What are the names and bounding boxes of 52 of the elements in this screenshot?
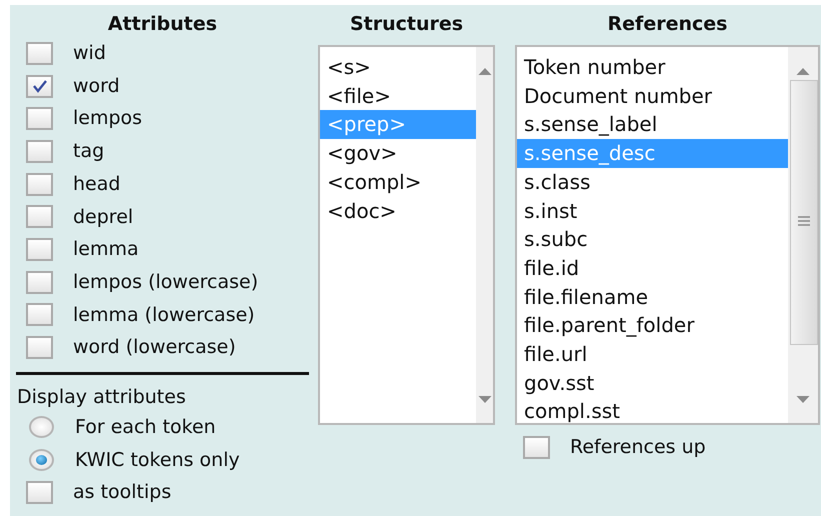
list-item[interactable]: <gov>: [320, 139, 476, 168]
list-item[interactable]: s.class: [517, 168, 788, 197]
list-item[interactable]: compl.sst: [517, 397, 788, 426]
section-heading: References: [608, 12, 728, 37]
checkbox-label[interactable]: lempos (lowercase): [73, 268, 258, 296]
checkbox[interactable]: [26, 107, 53, 130]
checkbox-label[interactable]: head: [73, 170, 120, 198]
checkbox-label[interactable]: word (lowercase): [73, 333, 236, 362]
checkbox-label[interactable]: lemma: [73, 235, 139, 264]
checkbox[interactable]: [26, 74, 53, 98]
radio-button[interactable]: [29, 416, 54, 438]
checkbox[interactable]: [26, 172, 53, 196]
list-item[interactable]: s.inst: [517, 196, 788, 226]
list-item[interactable]: <doc>: [320, 196, 476, 226]
radio-button[interactable]: [29, 448, 54, 471]
checkbox[interactable]: [26, 481, 53, 504]
checkbox[interactable]: [26, 140, 53, 163]
checkbox-label[interactable]: word: [73, 72, 120, 100]
list-item[interactable]: <file>: [320, 82, 476, 110]
checkbox-label[interactable]: wid: [73, 39, 106, 68]
checkbox-label[interactable]: deprel: [73, 202, 134, 232]
checkbox[interactable]: [26, 270, 53, 294]
checkbox-label[interactable]: lempos: [73, 104, 142, 133]
radio-label[interactable]: KWIC tokens only: [75, 446, 240, 474]
checkbox-label[interactable]: tag: [73, 137, 104, 166]
list-item[interactable]: <compl>: [320, 168, 476, 197]
list-item[interactable]: file.filename: [517, 282, 788, 312]
list-item[interactable]: Token number: [517, 53, 788, 82]
list-item[interactable]: Document number: [517, 82, 788, 110]
checkbox-label[interactable]: lemma (lowercase): [73, 300, 255, 330]
radio-label[interactable]: For each token: [75, 412, 216, 442]
list-item[interactable]: file.url: [517, 340, 788, 369]
check-icon: [32, 79, 48, 94]
list-item[interactable]: s.sense_label: [517, 110, 788, 140]
list-item[interactable]: file.id: [517, 254, 788, 283]
checkbox-label[interactable]: References up: [570, 433, 706, 462]
scrollbar[interactable]: [788, 47, 818, 423]
checkbox[interactable]: [26, 336, 53, 360]
list-item[interactable]: file.parent_folder: [517, 311, 788, 340]
checkbox[interactable]: [26, 205, 53, 228]
section-label: Display attributes: [16, 384, 187, 410]
checkbox[interactable]: [26, 238, 53, 261]
list-item[interactable]: gov.sst: [517, 368, 788, 398]
checkbox[interactable]: [26, 42, 53, 65]
checkbox-label[interactable]: as tooltips: [73, 478, 172, 507]
checkbox[interactable]: [523, 436, 550, 459]
section-heading: Attributes: [108, 12, 218, 37]
checkbox[interactable]: [26, 303, 53, 326]
section-heading: Structures: [350, 12, 464, 37]
scrollbar[interactable]: [476, 47, 493, 423]
list-item[interactable]: s.subc: [517, 225, 788, 254]
list-item[interactable]: <s>: [320, 53, 476, 82]
